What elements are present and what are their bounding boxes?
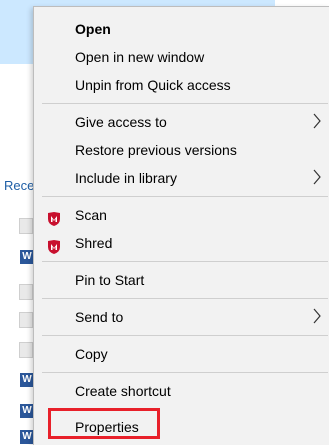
menu-separator [42, 103, 328, 104]
menu-item-copy[interactable]: Copy [34, 341, 329, 367]
word-file-icon: W [20, 404, 34, 418]
menu-item-send-to[interactable]: Send to [34, 304, 329, 330]
chevron-right-icon [310, 113, 324, 131]
menu-item-label: Copy [75, 346, 108, 362]
menu-item-label: Open in new window [75, 49, 205, 65]
file-icon [19, 342, 33, 358]
mcafee-shield-icon [47, 208, 61, 226]
menu-separator [42, 335, 328, 336]
menu-separator [42, 196, 328, 197]
menu-separator [42, 261, 328, 262]
word-file-icon: W [20, 373, 34, 387]
menu-item-label: Scan [75, 207, 107, 223]
menu-item-label: Shred [75, 235, 113, 251]
menu-item-label: Unpin from Quick access [75, 77, 231, 93]
menu-item-open-new-window[interactable]: Open in new window [34, 44, 329, 70]
recent-files-heading[interactable]: Rece [4, 178, 34, 193]
menu-separator [42, 298, 328, 299]
menu-item-label: Pin to Start [75, 272, 145, 288]
menu-item-open[interactable]: Open [34, 16, 329, 42]
file-icon [19, 284, 33, 300]
menu-item-label: Create shortcut [75, 383, 171, 399]
menu-item-include-in-library[interactable]: Include in library [34, 165, 329, 191]
menu-item-pin-to-start[interactable]: Pin to Start [34, 267, 329, 293]
menu-item-give-access[interactable]: Give access to [34, 109, 329, 135]
word-file-icon: W [20, 250, 34, 264]
chevron-right-icon [310, 308, 324, 326]
menu-item-label: Open [75, 21, 111, 37]
menu-item-unpin-quick-access[interactable]: Unpin from Quick access [34, 72, 329, 98]
menu-item-label: Give access to [75, 114, 167, 130]
chevron-right-icon [310, 169, 324, 187]
menu-item-label: Restore previous versions [75, 142, 237, 158]
properties-highlight-box [48, 408, 160, 439]
menu-item-scan[interactable]: Scan [34, 202, 329, 228]
file-icon [19, 218, 33, 234]
menu-item-create-shortcut[interactable]: Create shortcut [34, 378, 329, 404]
menu-item-label: Send to [75, 309, 124, 325]
menu-item-shred[interactable]: Shred [34, 230, 329, 256]
word-file-icon: W [20, 430, 34, 444]
menu-item-label: Include in library [75, 170, 177, 186]
menu-separator [42, 372, 328, 373]
menu-item-restore-previous-versions[interactable]: Restore previous versions [34, 137, 329, 163]
mcafee-shield-icon [47, 236, 61, 254]
file-icon [19, 312, 33, 328]
context-menu: Open Open in new window Unpin from Quick… [33, 6, 329, 445]
